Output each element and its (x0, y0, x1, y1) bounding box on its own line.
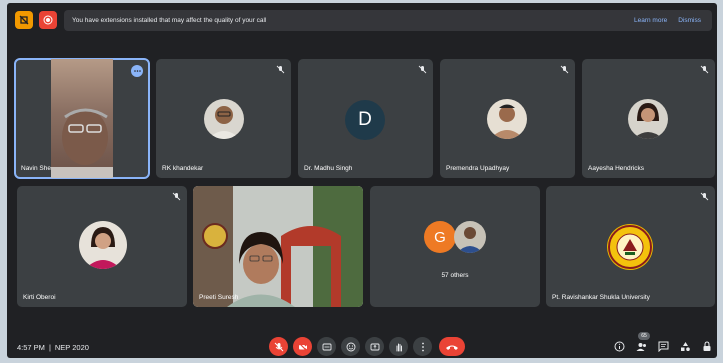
participant-tile-premendra[interactable]: Premendra Upadhyay (440, 59, 575, 178)
raise-hand-button[interactable] (389, 337, 408, 356)
people-count-badge: 65 (638, 332, 650, 340)
mic-off-icon (560, 65, 569, 74)
participant-tile-madhu[interactable]: D Dr. Madhu Singh (298, 59, 433, 178)
mic-off-icon (276, 65, 285, 74)
participant-tile-kirti[interactable]: Kirti Oberoi (17, 186, 187, 307)
recording-icon[interactable] (39, 11, 57, 29)
participant-avatar-photo (454, 221, 486, 253)
others-count: 57 others (441, 272, 469, 279)
extensions-banner: You have extensions installed that may a… (64, 10, 712, 31)
meeting-name: NEP 2020 (54, 343, 89, 352)
participant-name: Navin She (21, 165, 51, 172)
leave-call-button[interactable] (439, 337, 465, 356)
dismiss-link[interactable]: Dismiss (678, 17, 701, 24)
participant-name: Premendra Upadhyay (446, 165, 510, 172)
extension-warning-icon[interactable] (15, 11, 33, 29)
more-options-icon[interactable] (131, 65, 143, 77)
participant-avatar (204, 99, 244, 139)
participant-tile-preeti[interactable]: Preeti Suresh (193, 186, 363, 307)
clock-time: 4:57 PM (17, 343, 45, 352)
host-controls-icon[interactable] (700, 340, 713, 353)
participant-avatar (628, 99, 668, 139)
more-options-button[interactable] (413, 337, 432, 356)
avatar-initial: G (434, 228, 446, 246)
participant-avatar: D (345, 100, 385, 140)
mic-off-icon (700, 65, 709, 74)
participant-tile-aayesha[interactable]: Aayesha Hendricks (582, 59, 715, 178)
participant-video (51, 59, 113, 178)
participant-name: Aayesha Hendricks (588, 165, 644, 172)
participant-tile-university[interactable]: Pt. Ravishankar Shukla University (546, 186, 715, 307)
info-separator: | (48, 343, 51, 352)
reactions-button[interactable] (341, 337, 360, 356)
participant-avatar (487, 99, 527, 139)
mic-toggle-button[interactable] (269, 337, 288, 356)
captions-button[interactable] (317, 337, 336, 356)
learn-more-link[interactable]: Learn more (634, 17, 667, 24)
participant-name: Pt. Ravishankar Shukla University (552, 294, 650, 301)
people-icon[interactable] (635, 340, 648, 353)
avatar-initial: D (358, 109, 372, 130)
camera-toggle-button[interactable] (293, 337, 312, 356)
participant-name: Kirti Oberoi (23, 294, 56, 301)
mic-off-icon (700, 192, 709, 201)
mic-off-icon (418, 65, 427, 74)
meeting-details-icon[interactable] (613, 340, 626, 353)
meet-window: You have extensions installed that may a… (7, 3, 717, 358)
chat-icon[interactable] (657, 340, 670, 353)
mic-off-icon (172, 192, 181, 201)
top-indicators (15, 11, 57, 29)
participant-tile-rk[interactable]: RK khandekar (156, 59, 291, 178)
participant-tile-others[interactable]: G 57 others (370, 186, 540, 307)
meeting-info: 4:57 PM | NEP 2020 (17, 343, 89, 352)
participant-name: RK khandekar (162, 165, 204, 172)
banner-message: You have extensions installed that may a… (72, 17, 267, 24)
participant-name: Preeti Suresh (199, 294, 239, 301)
participant-avatar-g: G (424, 221, 456, 253)
participant-name: Dr. Madhu Singh (304, 165, 353, 172)
participant-tile-navin[interactable]: Navin She (14, 58, 150, 179)
participant-video (193, 186, 363, 307)
activities-icon[interactable] (679, 340, 692, 353)
university-logo (607, 224, 653, 270)
present-screen-button[interactable] (365, 337, 384, 356)
participant-avatar (79, 221, 127, 269)
